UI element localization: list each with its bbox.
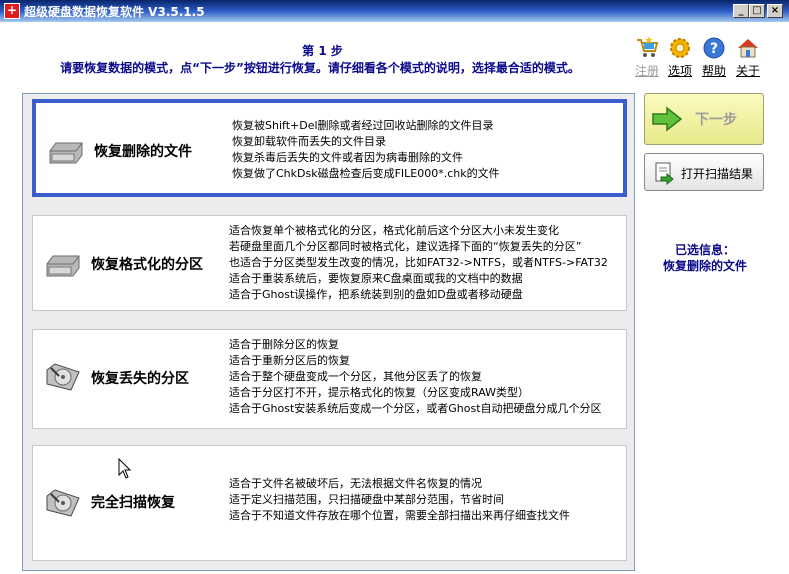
arrow-right-icon [652, 106, 683, 132]
hard-disk-icon [46, 363, 80, 391]
help-label: 帮助 [701, 64, 726, 78]
hard-disk-icon [46, 489, 80, 517]
description-line: 恢复卸载软件而丢失的文件目录 [232, 135, 386, 148]
help-link[interactable]: ? 帮助 [697, 36, 731, 79]
selected-info-heading: 已选信息： [674, 243, 735, 257]
option-name: 恢复删除的文件 [94, 144, 192, 160]
options-link[interactable]: 选项 [663, 36, 697, 79]
app-icon[interactable]: + [4, 3, 20, 19]
description-line: 适于定义扫描范围，只扫描硬盘中某部分范围，节省时间 [229, 493, 504, 506]
step-title: 第 1 步 [302, 44, 343, 58]
description-line: 适合于Ghost误操作，把系统装到别的盘如D盘或者移动硬盘 [229, 288, 523, 301]
open-scan-results-label: 打开扫描结果 [681, 167, 754, 181]
svg-text:?: ? [710, 41, 718, 57]
option-description: 恢复被Shift+Del删除或者经过回收站删除的文件目录 恢复卸载软件而丢失的文… [232, 118, 500, 182]
about-label: 关于 [735, 64, 760, 78]
option-recover-formatted[interactable]: 恢复格式化的分区 适合恢复单个被格式化的分区，格式化前后这个分区大小未发生变化 … [32, 215, 627, 311]
description-line: 恢复杀毒后丢失的文件或者因为病毒删除的文件 [232, 151, 463, 164]
description-line: 适合于文件名被破坏后，无法根据文件名恢复的情况 [229, 477, 482, 490]
help-icon: ? [703, 37, 725, 59]
options-label: 选项 [667, 64, 692, 78]
minimize-button[interactable]: _ [733, 4, 749, 18]
description-line: 恢复被Shift+Del删除或者经过回收站删除的文件目录 [232, 119, 494, 132]
step-instruction: 请要恢复数据的模式，点“下一步”按钮进行恢复。请仔细看各个模式的说明，选择最合适… [60, 61, 580, 75]
title-bar[interactable]: + 超级硬盘数据恢复软件 V3.5.1.5 _ □ × [0, 0, 789, 22]
gear-icon [670, 38, 690, 58]
description-line: 也适合于分区类型发生改变的情况，比如FAT32->NTFS，或者NTFS->FA… [229, 256, 608, 269]
register-link[interactable]: 注册 [630, 36, 664, 79]
description-line: 适合于Ghost安装系统后变成一个分区，或者Ghost自动把硬盘分成几个分区 [229, 402, 602, 415]
description-line: 适合于重新分区后的恢复 [229, 354, 350, 367]
maximize-button[interactable]: □ [749, 4, 765, 18]
description-line: 适合于分区打不开，提示格式化的恢复（分区变成RAW类型） [229, 386, 529, 399]
client-area: 第 1 步 请要恢复数据的模式，点“下一步”按钮进行恢复。请仔细看各个模式的说明… [0, 22, 789, 574]
selected-info: 已选信息： 恢复删除的文件 [640, 242, 770, 274]
description-line: 若硬盘里面几个分区都同时被格式化，建议选择下面的“恢复丢失的分区” [229, 240, 582, 253]
option-name: 完全扫描恢复 [91, 495, 175, 511]
open-scan-results-button[interactable]: 打开扫描结果 [644, 153, 764, 191]
option-description: 适合于文件名被破坏后，无法根据文件名恢复的情况 适于定义扫描范围，只扫描硬盘中某… [229, 476, 570, 524]
description-line: 恢复做了ChkDsk磁盘检查后变成FILE000*.chk的文件 [232, 167, 500, 180]
about-link[interactable]: 关于 [731, 36, 765, 79]
hard-disk-icon [46, 255, 80, 277]
register-label: 注册 [634, 64, 659, 78]
home-icon [738, 39, 758, 58]
recovery-mode-panel: 恢复删除的文件 恢复被Shift+Del删除或者经过回收站删除的文件目录 恢复卸… [22, 93, 635, 571]
option-recover-deleted[interactable]: 恢复删除的文件 恢复被Shift+Del删除或者经过回收站删除的文件目录 恢复卸… [32, 99, 627, 197]
mouse-cursor-icon [118, 458, 132, 479]
description-line: 适合于整个硬盘变成一个分区，其他分区丢了的恢复 [229, 370, 482, 383]
option-name: 恢复丢失的分区 [91, 371, 189, 387]
option-description: 适合恢复单个被格式化的分区，格式化前后这个分区大小未发生变化 若硬盘里面几个分区… [229, 223, 608, 303]
window-title: 超级硬盘数据恢复软件 V3.5.1.5 [24, 5, 205, 19]
cart-icon [637, 36, 659, 57]
hard-disk-icon [49, 142, 83, 164]
option-recover-lost-partition[interactable]: 恢复丢失的分区 适合于删除分区的恢复 适合于重新分区后的恢复 适合于整个硬盘变成… [32, 329, 627, 429]
description-line: 适合于删除分区的恢复 [229, 338, 339, 351]
open-document-icon [655, 162, 674, 185]
description-line: 适合于重装系统后，要恢复原来C盘桌面或我的文档中的数据 [229, 272, 523, 285]
option-name: 恢复格式化的分区 [91, 257, 203, 273]
close-button[interactable]: × [767, 4, 783, 18]
next-step-button[interactable]: 下一步 [644, 93, 764, 145]
option-description: 适合于删除分区的恢复 适合于重新分区后的恢复 适合于整个硬盘变成一个分区，其他分… [229, 337, 602, 417]
selected-info-value: 恢复删除的文件 [662, 259, 747, 273]
next-step-label: 下一步 [695, 112, 737, 128]
description-line: 适合恢复单个被格式化的分区，格式化前后这个分区大小未发生变化 [229, 224, 559, 237]
description-line: 适合于不知道文件存放在哪个位置，需要全部扫描出来再仔细查找文件 [229, 509, 570, 522]
